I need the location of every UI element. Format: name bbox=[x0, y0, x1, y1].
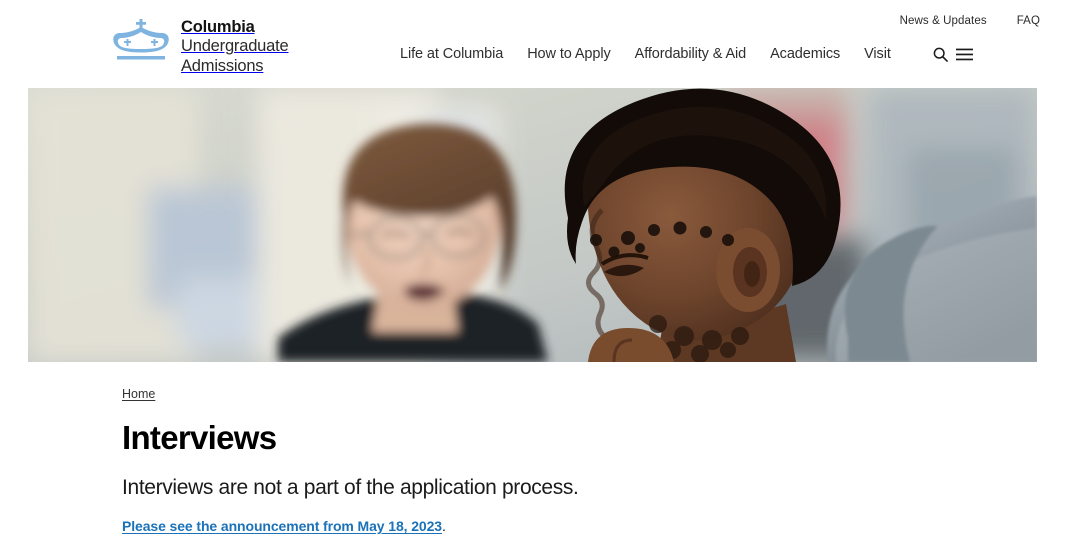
main-nav: Life at Columbia How to Apply Affordabil… bbox=[400, 45, 973, 63]
utility-link-faq[interactable]: FAQ bbox=[1017, 14, 1040, 28]
brand-line-admissions: Admissions bbox=[181, 56, 264, 75]
nav-item-life-at-columbia[interactable]: Life at Columbia bbox=[400, 45, 503, 63]
hero-photo bbox=[28, 88, 1037, 362]
nav-item-affordability-aid[interactable]: Affordability & Aid bbox=[635, 45, 747, 63]
page-lede: Interviews are not a part of the applica… bbox=[122, 476, 579, 499]
page-content: Home Interviews Interviews are not a par… bbox=[122, 386, 942, 536]
site-header: News & Updates FAQ Columbia Undergraduat… bbox=[0, 0, 1080, 88]
hero-banner bbox=[28, 88, 1037, 362]
nav-item-how-to-apply[interactable]: How to Apply bbox=[527, 45, 611, 63]
announcement-paragraph: Please see the announcement from May 18,… bbox=[122, 516, 942, 536]
brand-line-columbia: Columbia bbox=[181, 18, 255, 36]
brand-line-undergraduate: Undergraduate bbox=[181, 37, 289, 56]
hamburger-menu-icon[interactable] bbox=[955, 48, 973, 61]
announcement-link[interactable]: Please see the announcement from May 18,… bbox=[122, 518, 442, 534]
breadcrumb: Home bbox=[122, 386, 942, 402]
breadcrumb-link-home[interactable]: Home bbox=[122, 387, 155, 401]
search-icon[interactable] bbox=[933, 47, 948, 62]
utility-link-news-updates[interactable]: News & Updates bbox=[900, 14, 987, 28]
nav-item-academics[interactable]: Academics bbox=[770, 45, 840, 63]
brand-wordmark: Columbia Undergraduate Admissions bbox=[181, 17, 289, 76]
site-logo[interactable]: Columbia Undergraduate Admissions bbox=[112, 17, 289, 76]
columbia-crown-icon bbox=[112, 18, 170, 62]
utility-nav: News & Updates FAQ bbox=[900, 14, 1040, 28]
page-title: Interviews bbox=[122, 419, 277, 456]
announcement-suffix: . bbox=[441, 518, 446, 534]
nav-tools bbox=[933, 47, 973, 62]
nav-item-visit[interactable]: Visit bbox=[864, 45, 891, 63]
